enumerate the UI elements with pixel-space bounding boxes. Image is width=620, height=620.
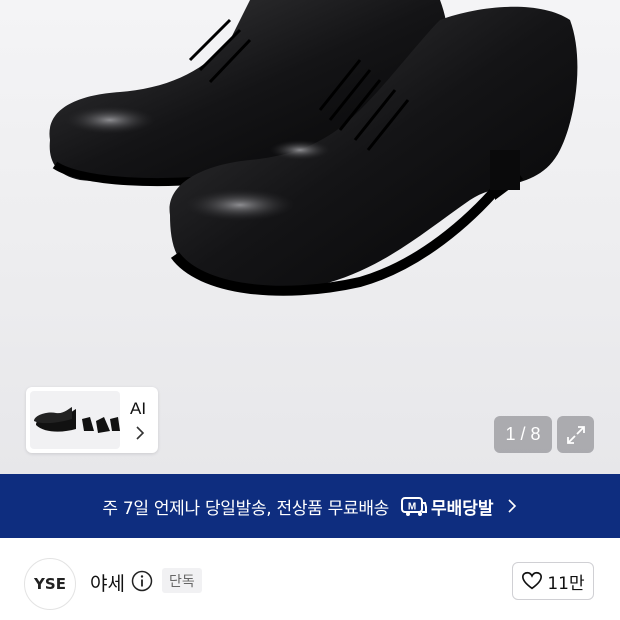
thumbnail-ai-label: AI: [130, 399, 147, 418]
heart-icon: [522, 571, 543, 590]
free-shipping-banner[interactable]: 주 7일 언제나 당일발송, 전상품 무료배송 M 무배당발: [0, 474, 620, 538]
banner-text: 주 7일 언제나 당일발송, 전상품 무료배송: [102, 498, 390, 519]
store-logo-text: YSE: [34, 575, 66, 593]
thumbnail-strip[interactable]: AI: [26, 387, 158, 453]
banner-logo-text: 무배당발: [431, 498, 494, 519]
like-count: 11만: [547, 573, 585, 594]
exclusive-badge: 단독: [162, 568, 202, 593]
product-image-gallery[interactable]: AI 1 / 8: [0, 0, 620, 474]
expand-icon: [566, 425, 585, 444]
truck-m-icon: M: [401, 497, 428, 516]
store-logo[interactable]: YSE: [24, 558, 76, 610]
banner-logo-mark: M: [408, 502, 416, 513]
like-button[interactable]: 11만: [512, 562, 594, 600]
banner-logo: M 무배당발: [401, 494, 494, 519]
info-icon[interactable]: [131, 570, 153, 592]
chevron-right-icon[interactable]: [132, 425, 148, 441]
expand-button[interactable]: [557, 416, 594, 453]
thumbnail-image[interactable]: [30, 391, 120, 449]
chevron-right-icon: [508, 499, 516, 513]
store-name[interactable]: 야세: [90, 569, 125, 596]
image-counter: 1 / 8: [494, 416, 552, 453]
store-info-row: YSE 야세 단독 11만: [0, 538, 620, 620]
